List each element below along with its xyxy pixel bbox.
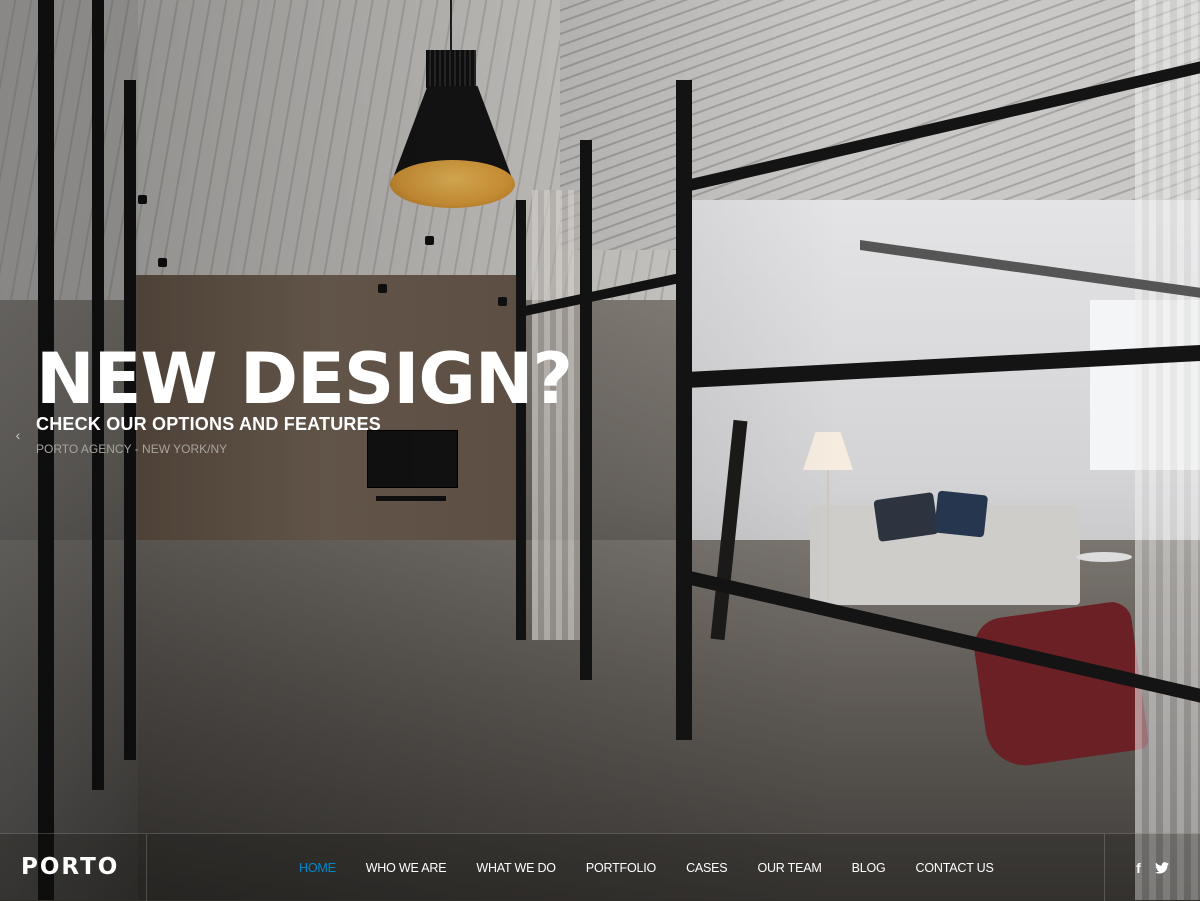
hero-subtitle: CHECK OUR OPTIONS AND FEATURES <box>36 414 382 434</box>
nav-item-contact-us[interactable]: CONTACT US <box>901 861 1009 875</box>
logo-text: PORTO <box>21 854 120 880</box>
nav-item-home[interactable]: HOME <box>284 861 351 875</box>
nav-item-our-team[interactable]: OUR TEAM <box>742 861 836 875</box>
nav-item-who-we-are[interactable]: WHO WE ARE <box>351 861 462 875</box>
hero-title: NEW DESIGN? <box>36 338 573 420</box>
social-links: f <box>1104 834 1200 901</box>
nav-item-what-we-do[interactable]: WHAT WE DO <box>461 861 570 875</box>
logo[interactable]: PORTO <box>0 834 147 901</box>
slider-prev-arrow[interactable]: ‹ <box>8 424 28 446</box>
nav-item-portfolio[interactable]: PORTFOLIO <box>571 861 671 875</box>
main-navbar: PORTO HOME WHO WE ARE WHAT WE DO PORTFOL… <box>0 833 1200 901</box>
facebook-icon[interactable]: f <box>1136 860 1141 876</box>
nav-menu: HOME WHO WE ARE WHAT WE DO PORTFOLIO CAS… <box>284 834 1009 901</box>
hero-caption: PORTO AGENCY - NEW YORK/NY <box>36 442 228 456</box>
twitter-icon[interactable] <box>1154 861 1169 874</box>
nav-item-blog[interactable]: BLOG <box>837 861 901 875</box>
nav-item-cases[interactable]: CASES <box>671 861 742 875</box>
